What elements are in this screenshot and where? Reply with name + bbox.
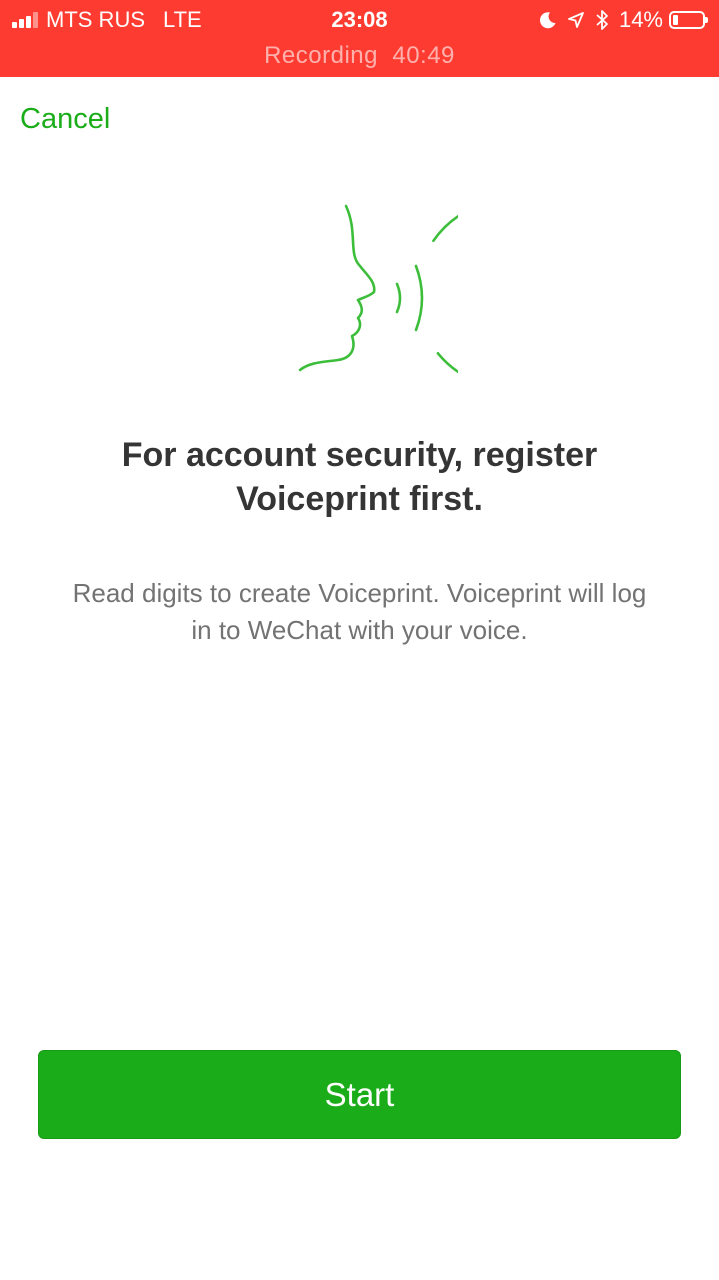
- moon-icon: [539, 12, 556, 29]
- battery-percent: 14%: [618, 7, 663, 32]
- status-bar: MTS RUS LTE 23:08 14% Recording 40:49: [0, 0, 719, 77]
- bluetooth-icon: [596, 10, 608, 30]
- recording-time: 40:49: [392, 42, 455, 69]
- battery-icon: [669, 11, 708, 29]
- recording-indicator[interactable]: Recording 40:49: [0, 42, 719, 70]
- voice-profile-icon: [298, 204, 458, 374]
- recording-label: Recording: [264, 42, 378, 69]
- cancel-button[interactable]: Cancel: [20, 103, 110, 136]
- start-button[interactable]: Start: [38, 1050, 681, 1139]
- location-arrow-icon: [568, 12, 584, 28]
- status-bar-right: 14%: [529, 6, 708, 34]
- page-title: For account security, register Voiceprin…: [121, 436, 598, 518]
- page-description: Read digits to create Voiceprint. Voicep…: [72, 578, 647, 645]
